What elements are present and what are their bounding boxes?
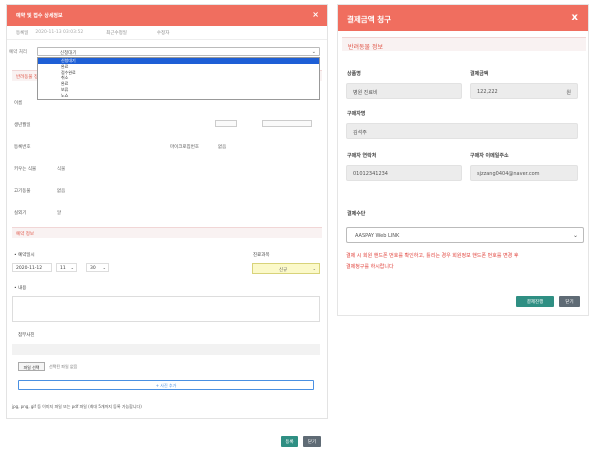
reservation-section: 예약 정보 — [12, 227, 322, 238]
buyer-email-label: 구매자 이메일주소 — [470, 153, 509, 159]
sex-label: 고기동물 — [14, 189, 31, 194]
modal-header: 예약 및 접수 상세정보 × — [7, 5, 327, 26]
modal-title: 결제금액 청구 — [347, 15, 392, 24]
close-icon[interactable]: × — [312, 10, 319, 19]
amount-unit: 원 — [566, 90, 571, 96]
status-select[interactable]: 신청대기 ⌄ — [37, 47, 320, 56]
file-hint: jpg, png, gif 등 이미지 파일 또는 pdf 파일 (최대 5개까… — [12, 404, 142, 409]
department-value: 신규 — [279, 268, 288, 273]
minute-value: 30 — [90, 266, 96, 271]
birth-label: 생년월일 — [14, 123, 31, 128]
status-label: 예약 처리 — [9, 50, 27, 55]
status-selected-value: 신청대기 — [60, 51, 77, 56]
amount-value: 122,222 — [477, 89, 498, 95]
hour-select[interactable]: 11 ⌄ — [56, 263, 77, 272]
editor-label: 수정자 — [156, 31, 170, 36]
reservation-date-label: • 예약일시 — [14, 253, 35, 258]
close-button[interactable]: 닫기 — [303, 436, 321, 447]
payment-request-modal: 결제금액 청구 x 반려동물 정보 상품명 병원 진료비 결제금액 122,22… — [337, 4, 589, 316]
reg-number-label: 등록번호 — [14, 145, 31, 150]
pet-info-section: 반려동물 정보 — [342, 37, 586, 51]
modal-title: 예약 및 접수 상세정보 — [16, 13, 63, 19]
mod-date-label: 최근수정일 — [106, 31, 127, 36]
minute-select[interactable]: 30 ⌄ — [86, 263, 109, 272]
buyer-name-input: 김석주 — [346, 123, 578, 139]
name-label: 이름 — [14, 101, 23, 106]
buyer-phone-input: 01012341234 — [346, 165, 462, 181]
file-select-button[interactable]: 파일 선택 — [18, 362, 45, 371]
close-button[interactable]: 닫기 — [559, 296, 580, 307]
payment-warning: 결제 시 회원 핸드폰 번호를 확인하고, 틀리는 경우 회원정보 핸드폰 번호… — [346, 251, 584, 273]
buyer-phone-label: 구매자 연락처 — [347, 153, 377, 159]
attach-label: 첨부사진 — [18, 333, 35, 338]
weight-value: 알 — [57, 211, 62, 216]
warning-line-1: 결제 시 회원 핸드폰 번호를 확인하고, 틀리는 경우 회원정보 핸드폰 번호… — [346, 253, 519, 259]
reservation-date-input[interactable]: 2020-11-12 — [12, 263, 52, 272]
payment-method-select[interactable]: AASPAY Web LINK ⌄ — [346, 227, 584, 243]
species-value: 식물 — [57, 167, 66, 172]
save-button[interactable]: 등록 — [281, 436, 298, 447]
dropdown-option[interactable]: 노쇼 — [38, 93, 319, 99]
department-select[interactable]: 신규 ⌄ — [252, 263, 320, 274]
close-icon[interactable]: x — [572, 12, 578, 23]
content-label: • 내용 — [14, 286, 27, 291]
attach-preview-area — [12, 344, 320, 355]
birth-input-2[interactable] — [262, 120, 312, 127]
sex-value: 없음 — [57, 189, 66, 194]
reg-date-value: 2020-11-13 03:03:52 — [35, 30, 84, 35]
content-textarea[interactable] — [12, 296, 320, 322]
product-label: 상품명 — [347, 71, 361, 77]
modal-header: 결제금액 청구 x — [338, 5, 588, 31]
buyer-email-input: sjzzang0404@naver.com — [470, 165, 578, 181]
species-label: 키우는 식물 — [14, 167, 37, 172]
section-title: 반려동물 정보 — [348, 44, 384, 51]
chevron-down-icon: ⌄ — [572, 232, 578, 239]
birth-input[interactable] — [215, 120, 237, 127]
section-title: 예약 정보 — [16, 232, 34, 237]
product-value: 병원 진료비 — [353, 90, 378, 96]
microchip-value: 없음 — [218, 145, 227, 150]
weight-label: 실외기 — [14, 211, 27, 216]
payment-method-value: AASPAY Web LINK — [355, 233, 400, 239]
reg-date-label: 등록일 — [16, 31, 29, 36]
add-photo-button[interactable]: + 사진 추가 — [18, 380, 314, 390]
no-file-text: 선택된 파일 없음 — [49, 364, 78, 369]
payment-method-label: 결제수단 — [347, 211, 366, 217]
proceed-payment-button[interactable]: 결제진행 — [516, 296, 554, 307]
amount-label: 결제금액 — [470, 71, 489, 77]
warning-line-2: 결제청구를 하시랍니다 — [346, 264, 394, 270]
amount-input: 122,222 원 — [470, 83, 578, 99]
chevron-down-icon: ⌄ — [70, 265, 74, 270]
hour-value: 11 — [60, 266, 66, 271]
chevron-down-icon: ⌄ — [312, 266, 316, 271]
status-dropdown: 신청대기 완료 접수완료 취소 완료 보류 노쇼 — [37, 57, 320, 100]
microchip-label: 마이크로칩번호 — [170, 145, 199, 150]
buyer-phone-value: 01012341234 — [353, 171, 388, 177]
product-input: 병원 진료비 — [346, 83, 462, 99]
buyer-name-value: 김석주 — [353, 130, 367, 136]
meta-row: 등록일 2020-11-13 03:03:52 최근수정일 수정자 — [7, 26, 327, 40]
buyer-email-value: sjzzang0404@naver.com — [477, 171, 540, 177]
department-label: 진료과목 — [253, 253, 270, 258]
chevron-down-icon: ⌄ — [311, 49, 316, 55]
buyer-name-label: 구매자명 — [347, 111, 366, 117]
chevron-down-icon: ⌄ — [102, 265, 106, 270]
